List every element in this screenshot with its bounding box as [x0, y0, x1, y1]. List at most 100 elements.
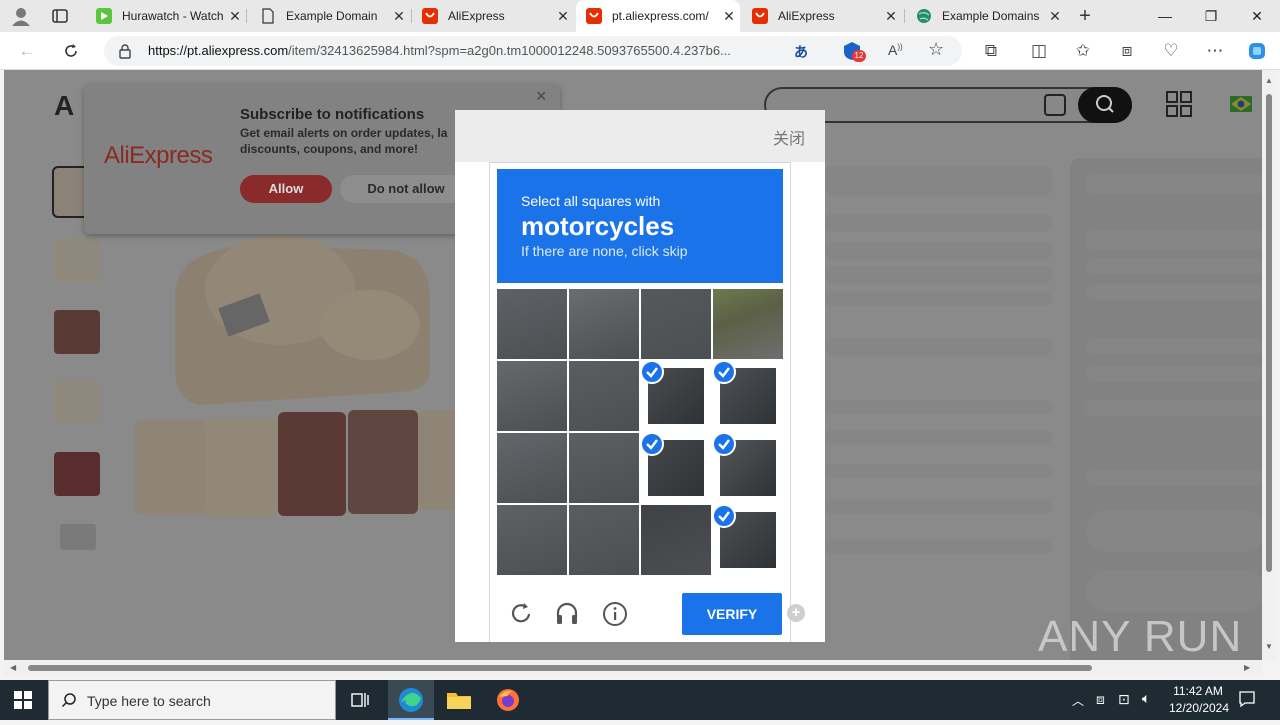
close-icon[interactable]: ✕ [552, 8, 574, 25]
close-window-button[interactable]: ✕ [1234, 0, 1280, 32]
tab-aliexpress-1[interactable]: AliExpress ✕ [412, 0, 574, 32]
product-thumbnail[interactable] [54, 310, 100, 354]
close-icon[interactable]: ✕ [718, 8, 740, 25]
edge-taskbar-icon[interactable] [388, 680, 434, 720]
captcha-tile[interactable] [713, 433, 783, 503]
browser-essentials-icon[interactable]: ♡ [1156, 36, 1186, 66]
ethernet-icon[interactable]: ⊡ [1118, 691, 1130, 708]
verify-button[interactable]: VERIFY [682, 593, 782, 635]
captcha-tile[interactable] [641, 361, 711, 431]
reload-challenge-icon[interactable] [508, 601, 534, 627]
tab-title: Example Domains [942, 9, 1040, 23]
collections-icon[interactable]: ⧈ [1112, 36, 1142, 66]
clock-time[interactable]: 11:42 AM [1170, 684, 1226, 698]
product-thumbnail[interactable] [60, 524, 96, 550]
restore-button[interactable]: ❐ [1188, 0, 1234, 32]
captcha-challenge-box: Select all squares with motorcycles If t… [489, 162, 791, 642]
do-not-allow-button[interactable]: Do not allow [340, 175, 472, 203]
watermark-text: ANY RUN [1038, 612, 1243, 661]
product-thumbnail[interactable] [54, 380, 100, 424]
camera-search-icon[interactable] [1044, 94, 1066, 116]
tab-pt-aliexpress[interactable]: pt.aliexpress.com/ ✕ [576, 0, 740, 32]
copilot-icon[interactable] [1242, 36, 1272, 66]
audio-challenge-icon[interactable] [554, 601, 580, 627]
captcha-tile[interactable] [713, 289, 783, 359]
notification-close-button[interactable]: × [536, 86, 547, 107]
notification-center-icon[interactable] [1238, 690, 1256, 708]
navigation-bar: ← https://pt.aliexpress.com/item/3241362… [0, 32, 1280, 70]
tab-title: AliExpress [778, 9, 835, 23]
url-text[interactable]: https://pt.aliexpress.com/item/324136259… [148, 43, 788, 58]
new-tab-button[interactable]: + [1072, 4, 1098, 28]
profile-icon[interactable] [10, 5, 32, 27]
reload-button[interactable] [56, 36, 86, 66]
close-icon[interactable]: ✕ [388, 8, 410, 25]
captcha-tile[interactable] [641, 505, 711, 575]
firefox-icon[interactable] [496, 688, 520, 712]
captcha-tile[interactable] [497, 505, 567, 575]
captcha-tile[interactable] [569, 433, 639, 503]
clock-date[interactable]: 12/20/2024 [1164, 701, 1234, 715]
captcha-close-button[interactable]: 关闭 [773, 125, 805, 149]
challenge-prompt: Select all squares with motorcycles If t… [497, 169, 783, 283]
favorite-star-icon[interactable]: ☆ [928, 39, 944, 60]
checkmark-icon [713, 361, 736, 384]
search-button[interactable] [1078, 87, 1132, 123]
captcha-tile[interactable] [497, 433, 567, 503]
address-bar[interactable]: https://pt.aliexpress.com/item/324136259… [104, 36, 962, 66]
tab-actions-icon[interactable] [52, 8, 68, 24]
close-icon[interactable]: ✕ [224, 8, 246, 25]
captcha-tile[interactable] [569, 361, 639, 431]
taskbar-search-box[interactable]: Type here to search [48, 680, 336, 720]
split-screen-icon[interactable]: ◫ [1024, 36, 1054, 66]
brazil-flag-icon[interactable] [1230, 96, 1252, 112]
product-main-image[interactable] [130, 230, 460, 530]
lock-icon[interactable] [118, 43, 132, 64]
task-view-icon[interactable] [350, 690, 370, 710]
windows-start-icon[interactable] [14, 691, 32, 709]
translate-icon[interactable]: あ [794, 42, 808, 62]
info-icon[interactable] [602, 601, 628, 627]
network-icon[interactable]: ⧈ [1096, 691, 1105, 708]
tab-title: pt.aliexpress.com/ [612, 9, 709, 23]
tab-title: Hurawatch - Watch [122, 9, 224, 23]
aliexpress-icon [752, 8, 768, 24]
close-icon[interactable]: ✕ [1044, 8, 1066, 25]
aliexpress-logo[interactable]: A [54, 90, 74, 122]
vertical-scrollbar[interactable]: ▲ ▼ [1262, 70, 1276, 660]
tab-hurawatch[interactable]: Hurawatch - Watch ✕ [86, 0, 246, 32]
file-explorer-icon[interactable] [446, 690, 472, 710]
search-icon [61, 692, 77, 713]
product-thumbnail[interactable] [54, 452, 100, 496]
qr-code-icon[interactable] [1166, 91, 1192, 117]
close-icon[interactable]: ✕ [880, 8, 902, 25]
expand-plus-icon[interactable]: + [787, 604, 805, 622]
captcha-tile[interactable] [569, 505, 639, 575]
aliexpress-icon [422, 8, 438, 24]
tab-example-domains[interactable]: Example Domains ✕ [906, 0, 1066, 32]
search-placeholder: Type here to search [87, 693, 211, 709]
captcha-tile[interactable] [713, 361, 783, 431]
captcha-tile[interactable] [497, 361, 567, 431]
volume-icon[interactable]: 🔈︎ [1142, 690, 1150, 707]
minimize-button[interactable]: — [1142, 0, 1188, 32]
captcha-tile[interactable] [641, 433, 711, 503]
more-menu-icon[interactable]: ⋯ [1200, 36, 1230, 66]
tab-example-domain[interactable]: Example Domain ✕ [250, 0, 410, 32]
allow-button[interactable]: Allow [240, 175, 332, 203]
favorites-icon[interactable]: ✩ [1068, 36, 1098, 66]
extension-badge-icon[interactable]: 12 [842, 40, 866, 62]
read-aloud-icon[interactable]: A)) [888, 42, 903, 58]
notification-title: Subscribe to notifications [240, 106, 425, 123]
captcha-tile[interactable] [641, 289, 711, 359]
show-hidden-icons[interactable]: ︿ [1072, 692, 1084, 709]
tab-aliexpress-2[interactable]: AliExpress ✕ [742, 0, 902, 32]
extensions-icon[interactable]: ⧉ [976, 36, 1006, 66]
captcha-tile[interactable] [713, 505, 783, 575]
back-button[interactable]: ← [12, 36, 42, 66]
captcha-tile[interactable] [497, 289, 567, 359]
horizontal-scrollbar[interactable]: ◀ ▶ [4, 660, 1262, 676]
captcha-dialog: 关闭 Select all squares with motorcycles I… [455, 110, 825, 642]
captcha-tile[interactable] [569, 289, 639, 359]
product-thumbnail[interactable] [54, 238, 100, 282]
